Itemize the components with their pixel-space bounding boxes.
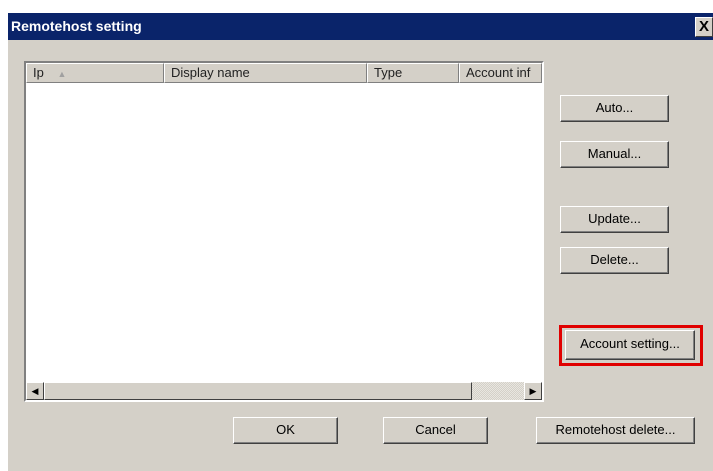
update-button[interactable]: Update... [560,206,669,233]
remotehost-list[interactable]: Ip ▲ Display name Type Account inf ◀ ▶ [24,61,544,402]
column-label-type: Type [374,65,403,80]
remotehost-setting-dialog: Remotehost setting X Ip ▲ Display name T… [8,13,713,471]
column-header-account-info[interactable]: Account inf [459,63,542,83]
sort-ascending-icon: ▲ [57,69,67,79]
ok-button[interactable]: OK [233,417,338,444]
list-body[interactable] [26,83,542,381]
highlight-box [559,325,703,366]
list-header: Ip ▲ Display name Type Account inf [26,63,542,83]
close-icon[interactable]: X [695,17,713,37]
horizontal-scrollbar[interactable]: ◀ ▶ [26,382,542,400]
dialog-title: Remotehost setting [11,18,142,34]
scroll-right-icon[interactable]: ▶ [524,382,542,400]
title-bar: Remotehost setting X [8,13,713,40]
column-header-type[interactable]: Type [367,63,459,83]
column-header-display-name[interactable]: Display name [164,63,367,83]
column-label-display-name: Display name [171,65,250,80]
auto-button[interactable]: Auto... [560,95,669,122]
column-label-account-info: Account inf [466,65,531,80]
remotehost-delete-button[interactable]: Remotehost delete... [536,417,695,444]
scroll-left-icon[interactable]: ◀ [26,382,44,400]
delete-button[interactable]: Delete... [560,247,669,274]
scroll-thumb[interactable] [44,382,472,400]
column-label-ip: Ip [33,65,44,80]
scroll-track[interactable] [472,382,524,400]
column-header-ip[interactable]: Ip ▲ [26,63,164,83]
cancel-button[interactable]: Cancel [383,417,488,444]
manual-button[interactable]: Manual... [560,141,669,168]
